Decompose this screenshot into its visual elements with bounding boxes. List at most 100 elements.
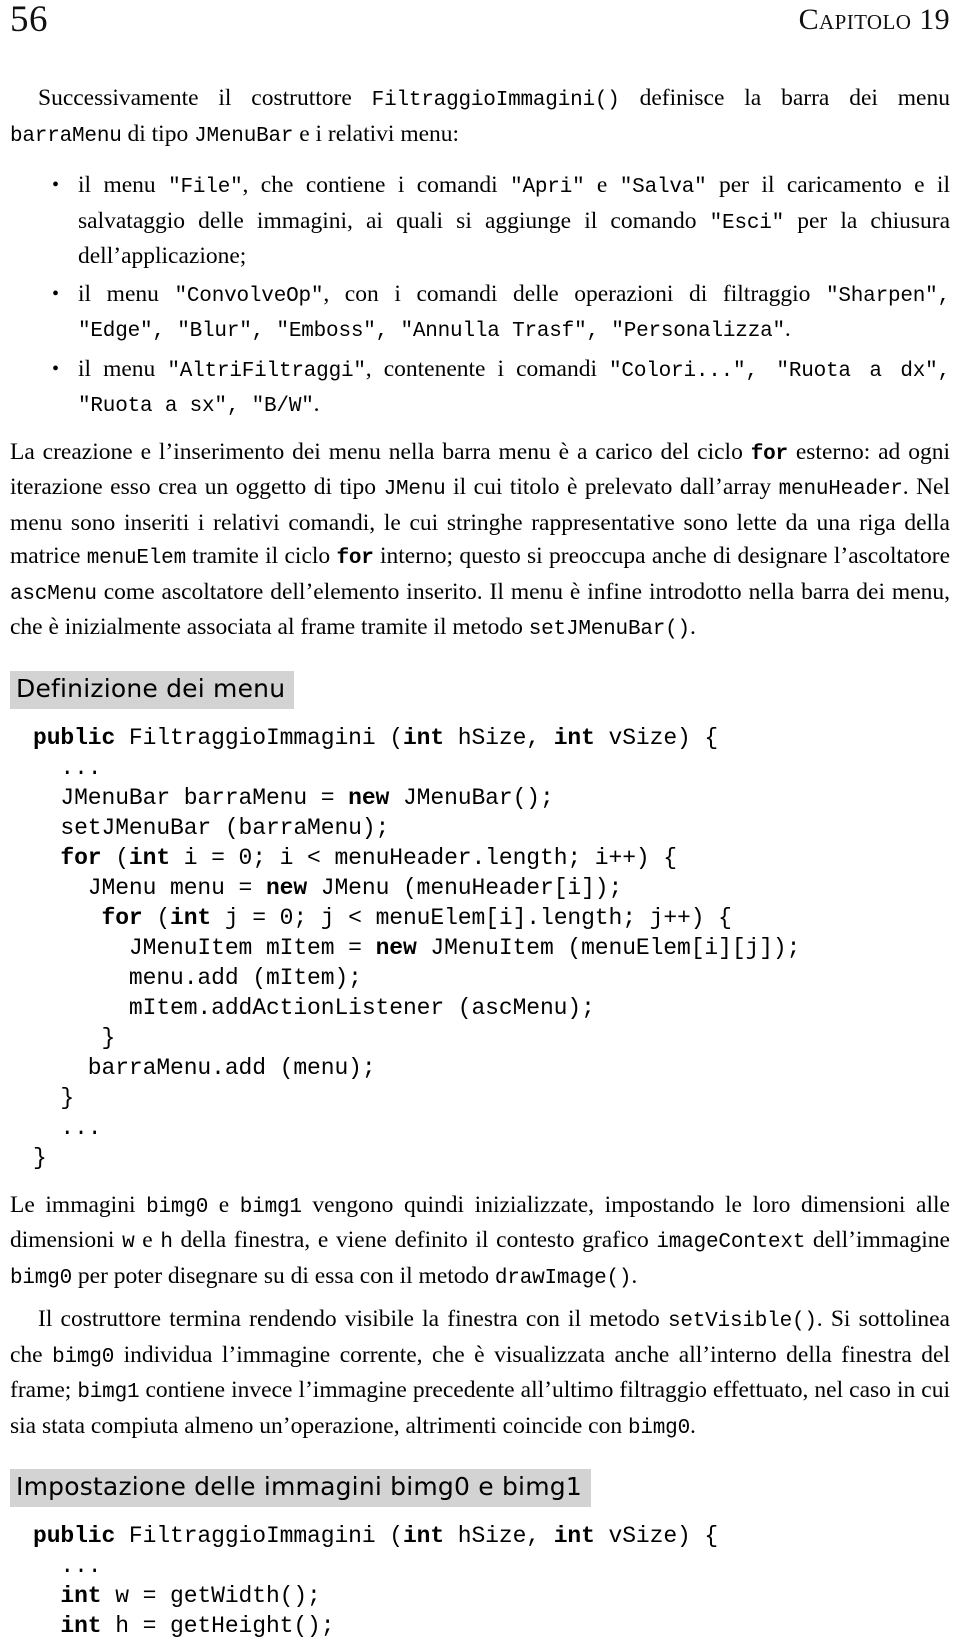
forpar-p8: .: [689, 614, 696, 640]
code-text: JMenu (menuHeader[i]);: [307, 874, 623, 901]
code-keyword: int: [553, 1523, 595, 1549]
chapter-title: Capitolo 19: [798, 3, 950, 36]
forpar-c4: menuElem: [86, 547, 186, 570]
forpar-p3: il cui titolo è prelevato dall’array: [445, 474, 779, 500]
code-text: ...: [33, 1114, 102, 1141]
code-text: w = getWidth();: [101, 1583, 321, 1609]
intro-paragraph: Successivamente il costruttore Filtraggi…: [10, 82, 950, 153]
code-text: (: [101, 844, 129, 871]
code-keyword: public: [33, 724, 116, 751]
setvisible-paragraph: Il costruttore termina rendendo visibile…: [10, 1303, 950, 1445]
list-item: il menu "File", che contiene i comandi "…: [10, 169, 950, 274]
code-text: hSize,: [444, 1523, 554, 1549]
forpar-c5: for: [336, 547, 374, 570]
code-text: JMenu menu =: [33, 874, 266, 901]
bimg-p5: della finestra, e viene definito il cont…: [172, 1227, 657, 1253]
forpar-c3: menuHeader: [778, 478, 903, 501]
code-keyword: int: [553, 724, 595, 751]
code-keyword: int: [60, 1583, 102, 1609]
bimg-p2: e: [208, 1191, 240, 1218]
bimg-c6: bimg0: [10, 1266, 73, 1290]
code-text: (: [142, 904, 171, 931]
code-keyword: new: [375, 934, 417, 961]
intro-code-barramenu: barraMenu: [10, 124, 122, 148]
section-heading-images: Impostazione delle immagini bimg0 e bimg…: [10, 1469, 591, 1507]
bullet-3-s3: .: [313, 391, 320, 417]
code-keyword: for: [101, 904, 143, 931]
bullet-3-s2: , contenente i comandi: [365, 355, 610, 382]
setvis-c3: bimg1: [77, 1381, 140, 1404]
setvis-p1: Il costruttore termina rendendo visibile…: [38, 1306, 668, 1332]
bullet-2-s2: , con i comandi delle operazioni di filt…: [323, 280, 826, 307]
bimg-c1: bimg0: [146, 1195, 209, 1219]
bimg-paragraph: Le immagini bimg0 e bimg1 vengono quindi…: [10, 1189, 950, 1296]
bimg-p6: dell’immagine: [805, 1227, 950, 1253]
list-item: il menu "ConvolveOp", con i comandi dell…: [10, 278, 950, 349]
for-cycle-paragraph: La creazione e l’inserimento dei menu ne…: [10, 436, 950, 647]
bimg-p4: e: [134, 1227, 161, 1253]
bimg-c5: imageContext: [656, 1231, 806, 1254]
bullet-1-c3: "Salva": [619, 176, 707, 199]
code-text: }: [33, 1144, 47, 1171]
intro-seg-1: Successivamente il costruttore: [38, 85, 372, 111]
forpar-p7: come ascoltatore dell’elemento inserito.…: [10, 578, 950, 641]
setvis-c1: setVisible(): [667, 1310, 817, 1333]
bullet-3-c1: "AltriFiltraggi": [167, 359, 366, 383]
code-keyword: for: [60, 844, 102, 871]
forpar-p6: interno; questo si preoccupa anche di de…: [373, 543, 950, 569]
bimg-c7: drawImage(): [494, 1266, 632, 1290]
code-text: JMenuItem mItem =: [33, 934, 376, 961]
code-text: ...: [33, 1553, 102, 1579]
code-keyword: int: [402, 724, 445, 751]
section-heading-menu-wrap: Definizione dei menu: [10, 670, 950, 709]
code-keyword: int: [128, 844, 171, 871]
bullet-1-c4: "Esci": [709, 211, 785, 235]
forpar-c7: setJMenuBar(): [528, 618, 690, 641]
bimg-p7: per poter disegnare su di essa con il me…: [72, 1262, 495, 1289]
bullet-1-c2: "Apri": [510, 176, 585, 199]
forpar-p5: tramite il ciclo: [185, 543, 337, 569]
code-block-images: public FiltraggioImmagini ( int hSize, in…: [10, 1521, 950, 1641]
code-keyword: public: [33, 1523, 116, 1549]
bullet-2-c1: "ConvolveOp": [174, 284, 324, 308]
setvis-p4: contiene invece l’immagine precedente al…: [10, 1377, 950, 1439]
forpar-p1: La creazione e l’inserimento dei menu ne…: [10, 438, 751, 465]
code-keyword: int: [60, 1613, 102, 1639]
page-number: 56: [10, 0, 48, 40]
code-text: mItem.addActionListener (ascMenu);: [33, 994, 595, 1021]
code-keyword: new: [265, 874, 308, 901]
bullet-1-s1: il menu: [78, 172, 169, 198]
intro-seg-4: e i relativi menu:: [293, 120, 460, 147]
setvis-p5: .: [689, 1412, 696, 1439]
intro-code-jmenubar: JMenuBar: [194, 124, 294, 148]
code-text: setJMenuBar (barraMenu);: [33, 814, 390, 841]
code-text: barraMenu.add (menu);: [33, 1054, 376, 1081]
setvis-c2: bimg0: [52, 1345, 115, 1369]
code-text: j = 0; j < menuElem[i].length; j++) {: [211, 904, 732, 931]
code-block-menu: public FiltraggioImmagini (int hSize, in…: [10, 723, 950, 1173]
bimg-c4: h: [160, 1231, 173, 1254]
code-text: ...: [33, 754, 102, 781]
code-text: FiltraggioImmagini (: [115, 1523, 403, 1549]
code-text: JMenuBar();: [389, 784, 554, 811]
menu-bullet-list: il menu "File", che contiene i comandi "…: [10, 169, 950, 424]
code-text: hSize,: [444, 724, 554, 751]
forpar-c1: for: [750, 442, 788, 466]
code-keyword: new: [348, 784, 390, 811]
intro-seg-3: di tipo: [121, 120, 195, 147]
section-heading-menu: Definizione dei menu: [10, 670, 295, 709]
document-page: 56 Capitolo 19 Successivamente il costru…: [0, 0, 960, 1639]
code-text: JMenuBar barraMenu =: [33, 784, 349, 811]
bullet-1-s3: e: [584, 172, 620, 198]
bimg-c2: bimg1: [239, 1195, 302, 1219]
intro-seg-2: definisce la barra dei menu: [619, 85, 950, 111]
bimg-c3: w: [122, 1231, 135, 1254]
code-text: JMenuItem (menuElem[i][j]);: [416, 934, 801, 961]
bullet-2-s3: .: [784, 316, 791, 342]
bullet-3-s1: il menu: [78, 355, 168, 382]
bimg-p1: Le immagini: [10, 1191, 147, 1218]
